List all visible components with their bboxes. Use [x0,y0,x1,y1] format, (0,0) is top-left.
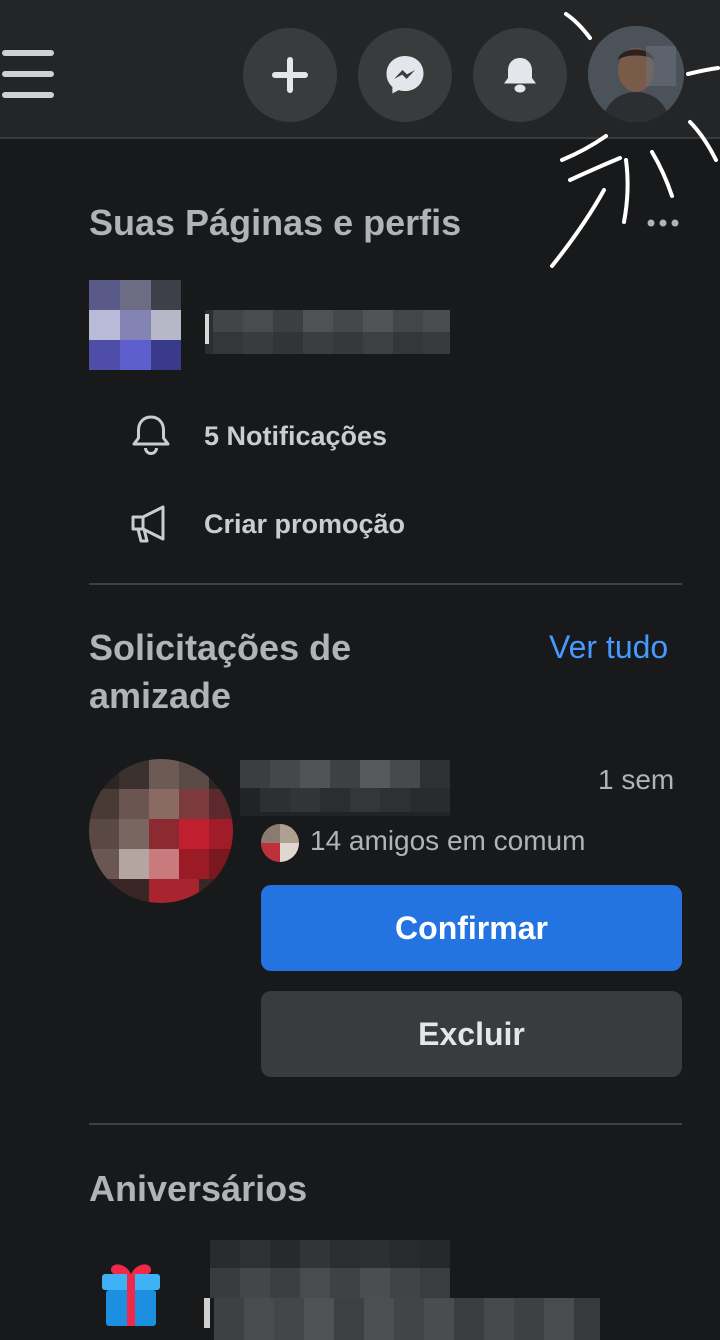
gift-icon [102,1264,160,1326]
messenger-button[interactable] [358,28,452,122]
delete-button[interactable]: Excluir [261,991,682,1077]
section-divider [89,1123,682,1125]
megaphone-icon [131,505,165,543]
mutual-friends-count: 14 amigos em comum [310,825,586,856]
hamburger-menu-icon[interactable] [2,50,54,100]
friend-requests-title-line1: Solicitações de [89,627,352,668]
plus-icon [272,57,308,93]
create-button[interactable] [243,28,337,122]
section-divider [89,583,682,585]
pages-section-title: Suas Páginas e perfis [89,202,462,243]
bell-outline-icon [132,415,170,455]
page-name-redacted[interactable] [205,310,450,354]
requester-name-redacted[interactable] [240,760,450,816]
see-all-link[interactable]: Ver tudo [549,629,668,666]
requester-avatar[interactable] [89,759,233,903]
request-time: 1 sem [598,764,675,795]
notifications-row[interactable]: 5 Notificações [204,418,387,454]
mutual-friend-avatar [261,824,299,862]
notifications-button[interactable] [473,28,567,122]
page-avatar[interactable] [89,280,181,370]
profile-avatar[interactable] [588,26,684,122]
friend-requests-title: Solicitações de amizade [89,624,351,720]
birthday-names-redacted[interactable] [190,1238,600,1340]
bell-icon [504,58,536,93]
birthdays-title: Aniversários [89,1168,308,1209]
messenger-icon [386,56,424,94]
more-dots-icon[interactable] [646,216,680,230]
top-bar [0,0,720,139]
friend-requests-title-line2: amizade [89,675,232,716]
profile-photo [588,26,684,122]
create-promotion-row[interactable]: Criar promoção [204,506,405,542]
confirm-button[interactable]: Confirmar [261,885,682,971]
